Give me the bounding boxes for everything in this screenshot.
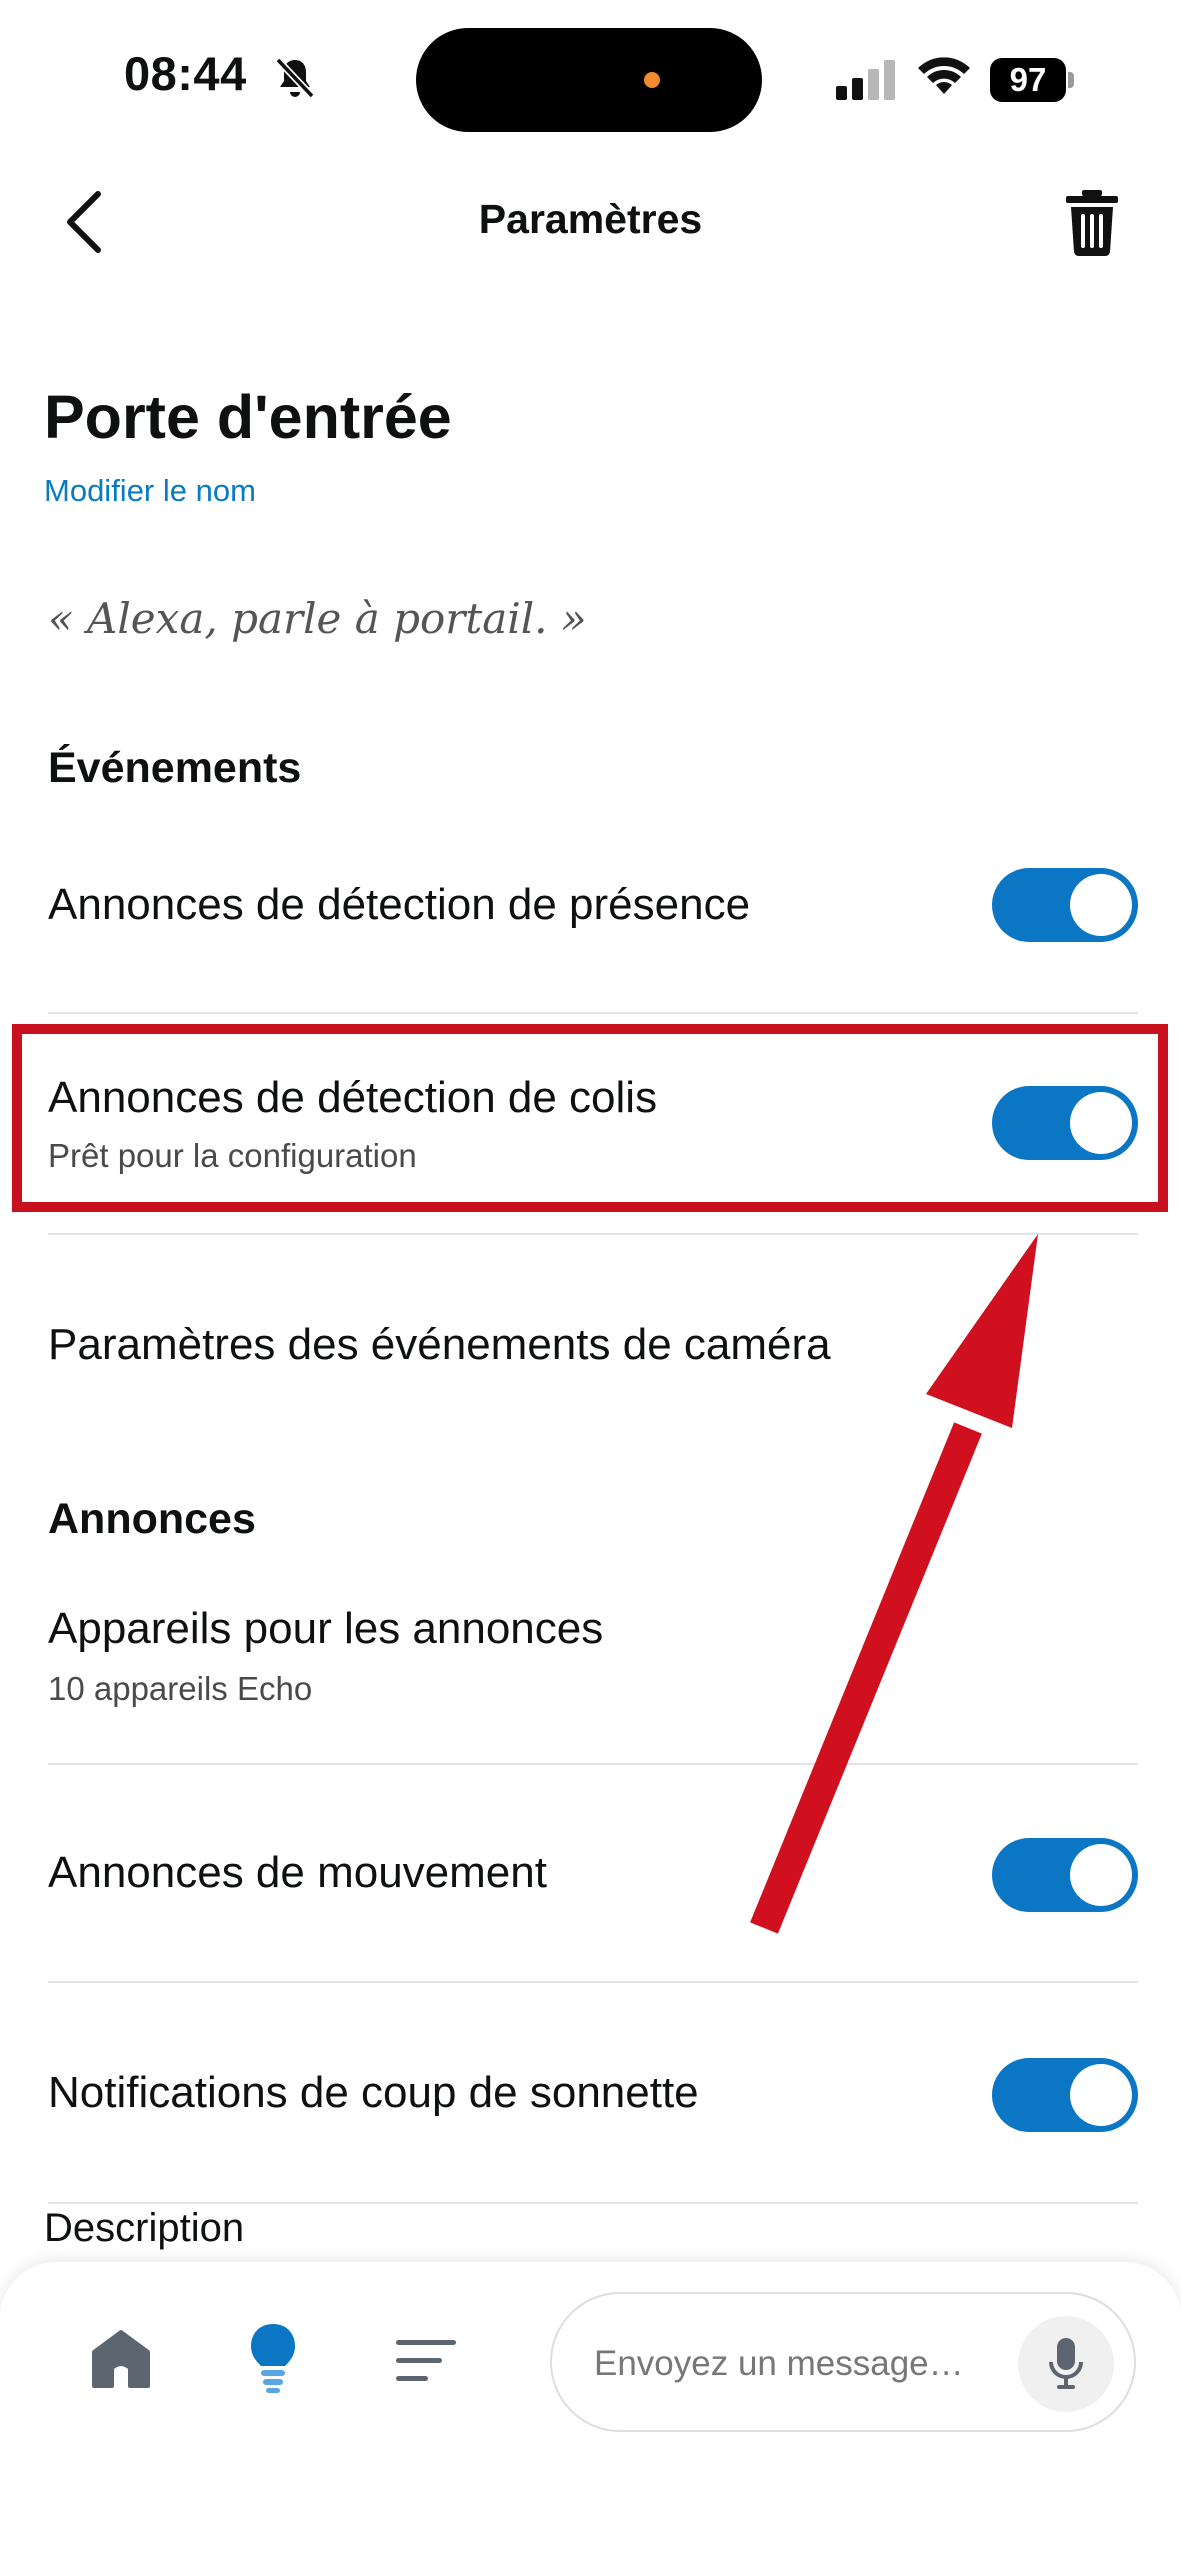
motion-announcements-label[interactable]: Annonces de mouvement bbox=[48, 1848, 547, 1898]
presence-announcements-toggle[interactable] bbox=[992, 868, 1138, 942]
alexa-invocation-phrase: « Alexa, parle à portail. » bbox=[48, 594, 587, 643]
microphone-icon bbox=[1049, 2338, 1083, 2389]
wifi-icon bbox=[918, 57, 970, 94]
description-label: Description bbox=[44, 2206, 245, 2250]
bottom-bar: Envoyez un message… bbox=[0, 2262, 1181, 2560]
divider bbox=[48, 1233, 1138, 1235]
microphone-button[interactable] bbox=[1018, 2316, 1114, 2412]
toggle-knob bbox=[1070, 874, 1132, 936]
more-menu-icon[interactable] bbox=[396, 2338, 458, 2384]
doorbell-notifications-toggle[interactable] bbox=[992, 2058, 1138, 2132]
highlight-box bbox=[12, 1024, 1168, 1212]
bell-slash-icon bbox=[275, 57, 315, 99]
toggle-knob bbox=[1070, 2064, 1132, 2126]
announcement-devices-label[interactable]: Appareils pour les annonces bbox=[48, 1604, 603, 1654]
toggle-knob bbox=[1070, 1844, 1132, 1906]
rename-link[interactable]: Modifier le nom bbox=[44, 473, 256, 509]
devices-lightbulb-icon[interactable] bbox=[248, 2322, 298, 2394]
section-header-events: Événements bbox=[48, 744, 302, 792]
battery-nub bbox=[1068, 72, 1074, 88]
divider bbox=[48, 1763, 1138, 1765]
settings-screen: 08:44 97 Paramètres Porte d'entrée Modif… bbox=[0, 0, 1181, 2560]
section-header-announcements: Annonces bbox=[48, 1495, 256, 1543]
doorbell-notifications-label[interactable]: Notifications de coup de sonnette bbox=[48, 2068, 699, 2118]
message-input[interactable]: Envoyez un message… bbox=[550, 2292, 1136, 2432]
trash-icon[interactable] bbox=[1064, 190, 1120, 256]
dynamic-island bbox=[416, 28, 762, 132]
divider bbox=[48, 2202, 1138, 2204]
presence-announcements-label[interactable]: Annonces de détection de présence bbox=[48, 880, 750, 930]
page-title: Paramètres bbox=[478, 196, 703, 242]
message-placeholder: Envoyez un message… bbox=[594, 2344, 964, 2383]
motion-announcements-toggle[interactable] bbox=[992, 1838, 1138, 1912]
status-time: 08:44 bbox=[124, 47, 247, 100]
divider bbox=[48, 1012, 1138, 1014]
announcement-devices-count: 10 appareils Echo bbox=[48, 1670, 313, 1707]
device-name: Porte d'entrée bbox=[44, 383, 452, 451]
divider bbox=[48, 1981, 1138, 1983]
home-icon[interactable] bbox=[90, 2328, 152, 2390]
battery-icon: 97 bbox=[990, 58, 1074, 102]
signal-icon bbox=[836, 60, 895, 100]
battery-level: 97 bbox=[990, 58, 1066, 102]
camera-event-settings-link[interactable]: Paramètres des événements de caméra bbox=[48, 1320, 831, 1370]
privacy-indicator-dot bbox=[644, 72, 660, 88]
